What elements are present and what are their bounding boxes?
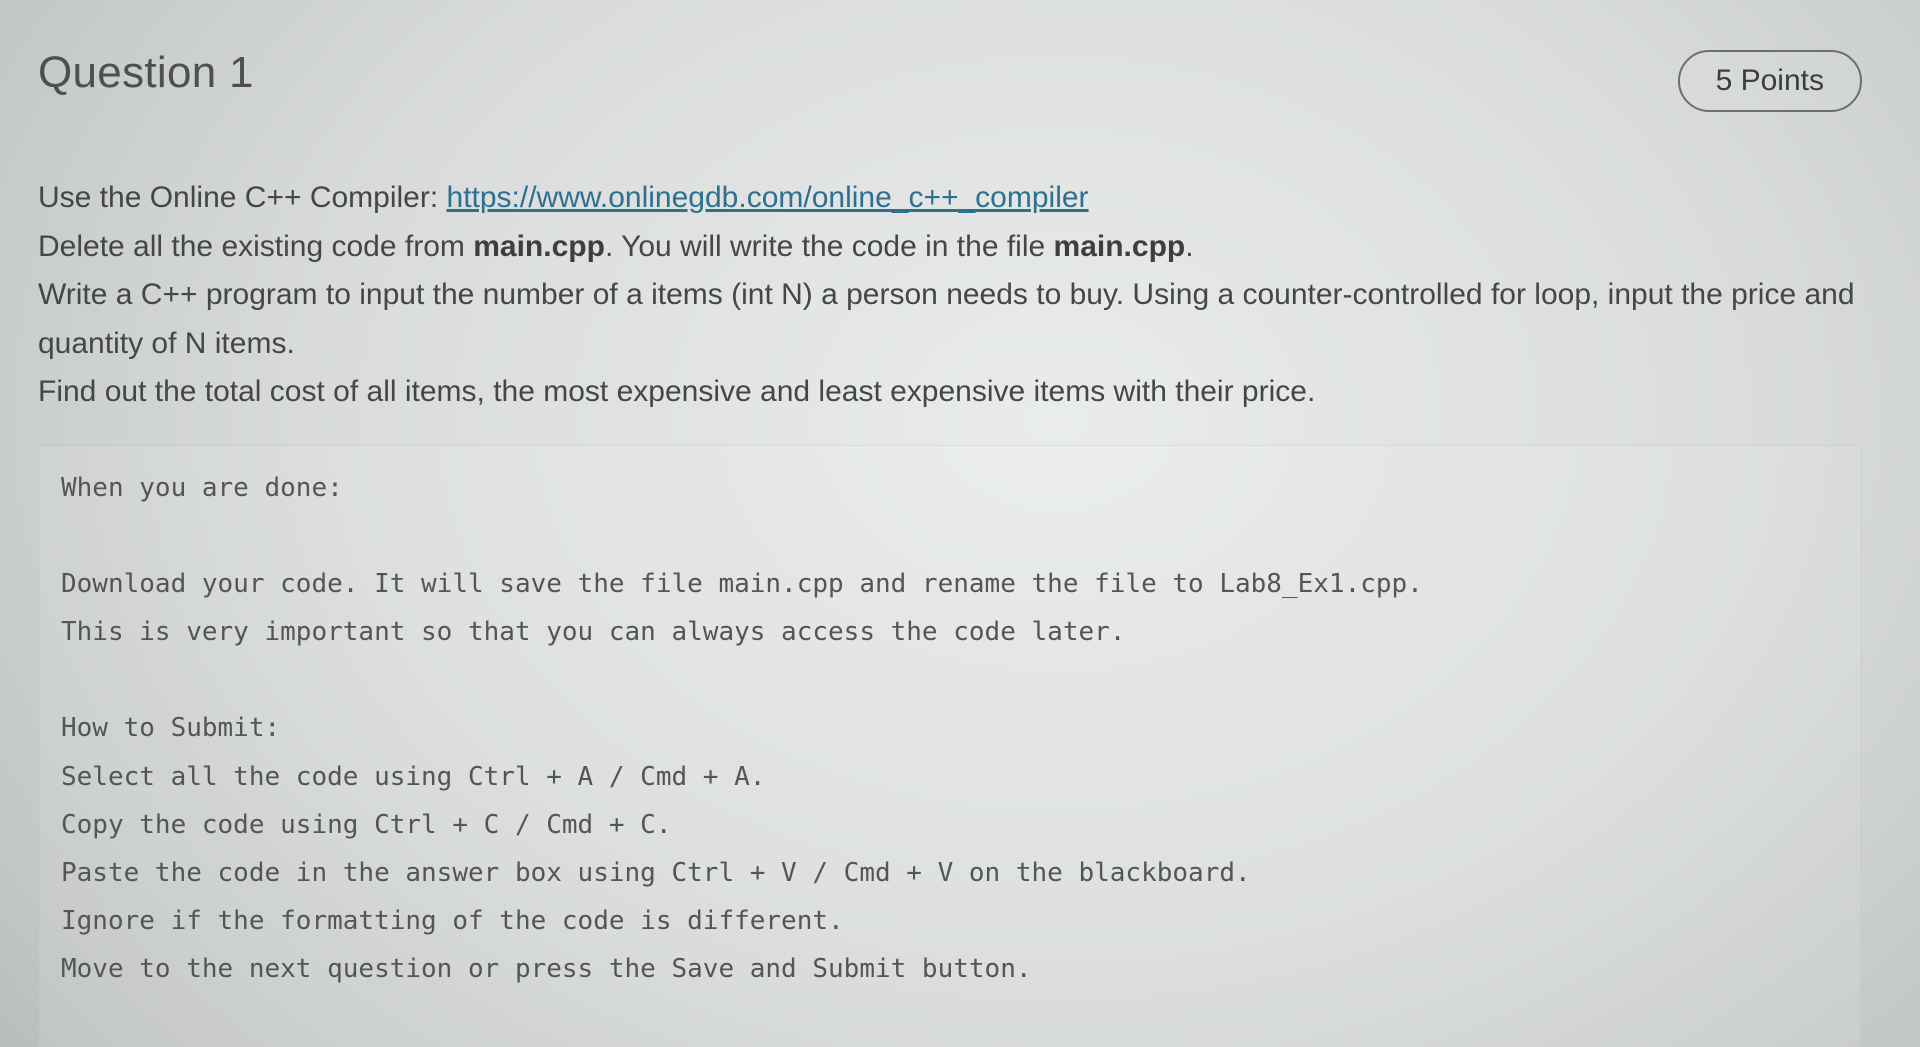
pre-line-6: How to Submit: <box>61 713 280 743</box>
compiler-link[interactable]: https://www.onlinegdb.com/online_c++_com… <box>447 181 1089 214</box>
pre-line-8: Copy the code using Ctrl + C / Cmd + C. <box>61 810 671 840</box>
body-line2-a: Delete all the existing code from <box>38 230 473 263</box>
body-line2-e: . <box>1185 230 1193 263</box>
body-line4: Find out the total cost of all items, th… <box>38 375 1315 408</box>
pre-line-1: When you are done: <box>61 473 343 503</box>
pre-line-10: Ignore if the formatting of the code is … <box>61 906 844 936</box>
question-body: Use the Online C++ Compiler: https://www… <box>38 174 1862 417</box>
question-header: Question 1 5 Points <box>38 48 1862 112</box>
pre-line-4: This is very important so that you can a… <box>61 617 1125 647</box>
pre-line-3: Download your code. It will save the fil… <box>61 569 1423 599</box>
instructions-code-block: When you are done: Download your code. I… <box>38 445 1862 1047</box>
page: Question 1 5 Points Use the Online C++ C… <box>0 0 1920 1047</box>
question-title: Question 1 <box>38 48 254 98</box>
pre-line-7: Select all the code using Ctrl + A / Cmd… <box>61 762 765 792</box>
question-card: Question 1 5 Points Use the Online C++ C… <box>18 20 1902 1047</box>
pre-line-11: Move to the next question or press the S… <box>61 954 1032 984</box>
body-line3: Write a C++ program to input the number … <box>38 278 1855 360</box>
body-line2-d: main.cpp <box>1054 230 1186 263</box>
body-line2-c: . You will write the code in the file <box>605 230 1054 263</box>
points-badge: 5 Points <box>1678 50 1862 112</box>
pre-line-9: Paste the code in the answer box using C… <box>61 858 1251 888</box>
body-line2-b: main.cpp <box>473 230 605 263</box>
body-line1-prefix: Use the Online C++ Compiler: <box>38 181 447 214</box>
